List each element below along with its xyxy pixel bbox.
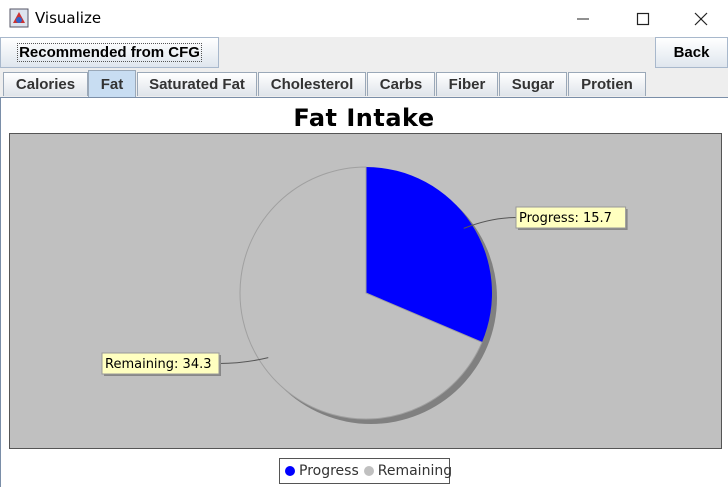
- nutrient-tabs: Calories Fat Saturated Fat Cholesterol C…: [0, 70, 728, 98]
- maximize-icon: [636, 12, 650, 25]
- legend-swatch-remaining: [363, 466, 374, 476]
- recommended-from-cfg-button[interactable]: Recommended from CFG: [0, 37, 219, 68]
- minimize-icon: [577, 18, 589, 19]
- toolbar: Recommended from CFG Back: [0, 37, 728, 70]
- recommended-label: Recommended from CFG: [17, 43, 202, 62]
- tab-cholesterol[interactable]: Cholesterol: [258, 72, 366, 96]
- legend-label-remaining: Remaining: [377, 463, 453, 479]
- pie-chart: Progress: 15.7 Remaining: 34.3: [101, 166, 628, 424]
- close-icon: [694, 12, 708, 25]
- tab-fat[interactable]: Fat: [88, 70, 136, 97]
- plot-area: Progress: 15.7 Remaining: 34.3: [9, 133, 722, 449]
- maximize-button[interactable]: [614, 0, 672, 37]
- window-title: Visualize: [35, 9, 102, 27]
- title-bar: Visualize: [0, 0, 728, 37]
- label-text: Progress: 15.7: [519, 211, 612, 226]
- tab-carbs[interactable]: Carbs: [367, 72, 435, 96]
- chart-legend: Progress Remaining: [279, 458, 453, 484]
- chart-title: Fat Intake: [293, 104, 435, 132]
- tab-saturated-fat[interactable]: Saturated Fat: [137, 72, 257, 96]
- minimize-button[interactable]: [554, 0, 612, 37]
- legend-item-remaining: Remaining: [363, 463, 453, 479]
- pie-label-remaining: Remaining: 34.3: [101, 352, 269, 376]
- label-text: Remaining: 34.3: [105, 357, 212, 372]
- pie-label-progress: Progress: 15.7: [463, 206, 628, 230]
- java-app-icon: [9, 8, 29, 28]
- back-label: Back: [673, 44, 710, 61]
- tab-protien[interactable]: Protien: [568, 72, 646, 96]
- legend-label-progress: Progress: [299, 463, 359, 479]
- tab-calories[interactable]: Calories: [3, 72, 88, 96]
- legend-swatch-progress: [285, 466, 295, 476]
- tab-sugar[interactable]: Sugar: [499, 72, 567, 96]
- back-button[interactable]: Back: [655, 37, 728, 68]
- legend-item-progress: Progress: [285, 463, 359, 479]
- close-button[interactable]: [672, 0, 728, 37]
- tab-fiber[interactable]: Fiber: [436, 72, 498, 96]
